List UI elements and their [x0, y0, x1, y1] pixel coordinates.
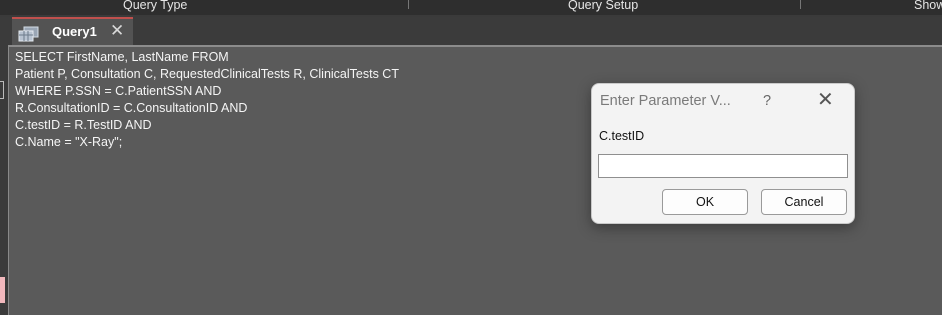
cancel-button[interactable]: Cancel: [761, 189, 847, 215]
sql-line: R.ConsultationID = C.ConsultationID AND: [15, 101, 248, 115]
enter-parameter-dialog: Enter Parameter V... ? ✕ C.testID OK Can…: [591, 83, 855, 224]
nav-pane-object-icon[interactable]: [0, 81, 4, 99]
navigation-pane-edge[interactable]: [0, 17, 8, 315]
nav-pane-selected-marker: [0, 277, 5, 303]
query-grid-icon: [18, 26, 39, 42]
sql-line: C.Name = "X-Ray";: [15, 135, 123, 149]
ribbon-group-labels: Query Type Query Setup Show: [0, 0, 942, 15]
close-icon[interactable]: ✕: [110, 22, 124, 39]
ribbon-separator: [800, 0, 801, 9]
tab-query1[interactable]: Query1 ✕: [12, 17, 133, 46]
ribbon-group-query-type: Query Type: [123, 0, 188, 12]
ribbon-group-show: Show: [914, 0, 942, 12]
ribbon-group-query-setup: Query Setup: [568, 0, 639, 12]
dialog-close-icon[interactable]: ✕: [817, 90, 834, 110]
tab-query1-label: Query1: [52, 24, 97, 39]
dialog-title: Enter Parameter V...: [600, 93, 731, 109]
parameter-value-input[interactable]: [598, 154, 848, 178]
sql-line: SELECT FirstName, LastName FROM: [15, 50, 229, 64]
document-tab-bar: Query1 ✕: [8, 17, 942, 46]
help-icon[interactable]: ?: [763, 93, 771, 109]
ribbon-separator: [408, 0, 409, 9]
ok-button[interactable]: OK: [662, 189, 748, 215]
sql-line: Patient P, Consultation C, RequestedClin…: [15, 67, 399, 81]
sql-line: WHERE P.SSN = C.PatientSSN AND: [15, 84, 222, 98]
parameter-prompt-label: C.testID: [599, 129, 645, 143]
sql-line: C.testID = R.TestID AND: [15, 118, 152, 132]
